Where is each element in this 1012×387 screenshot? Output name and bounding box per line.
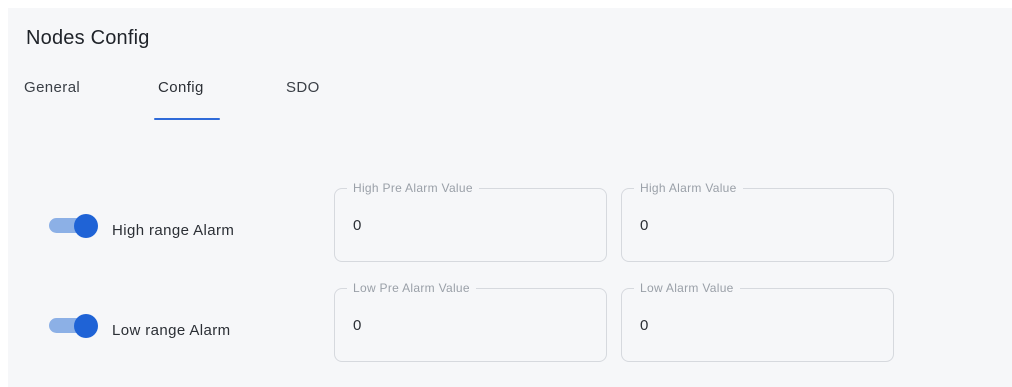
toggle-knob — [74, 314, 98, 338]
low-alarm-value-field[interactable]: Low Alarm Value 0 — [621, 281, 894, 362]
low-alarm-value-label: Low Alarm Value — [634, 281, 740, 295]
high-range-alarm-label: High range Alarm — [112, 222, 235, 239]
low-range-alarm-toggle[interactable] — [49, 314, 101, 338]
high-pre-alarm-value-input[interactable]: 0 — [353, 217, 361, 234]
low-pre-alarm-value-field[interactable]: Low Pre Alarm Value 0 — [334, 281, 607, 362]
low-pre-alarm-value-input[interactable]: 0 — [353, 317, 361, 334]
page-title: Nodes Config — [26, 27, 150, 49]
toggle-knob — [74, 214, 98, 238]
low-alarm-value-input[interactable]: 0 — [640, 317, 648, 334]
low-pre-alarm-value-label: Low Pre Alarm Value — [347, 281, 476, 295]
tab-general[interactable]: General — [24, 74, 80, 124]
low-range-alarm-label: Low range Alarm — [112, 322, 231, 339]
high-alarm-value-input[interactable]: 0 — [640, 217, 648, 234]
low-range-alarm-row: Low range Alarm Low Pre Alarm Value 0 Lo… — [8, 281, 1012, 362]
high-range-alarm-row: High range Alarm High Pre Alarm Value 0 … — [8, 181, 1012, 262]
high-range-alarm-toggle[interactable] — [49, 214, 101, 238]
high-pre-alarm-value-label: High Pre Alarm Value — [347, 181, 479, 195]
active-tab-indicator — [154, 118, 220, 120]
nodes-config-panel: Nodes Config General Config SDO High ran… — [8, 8, 1012, 387]
high-alarm-value-label: High Alarm Value — [634, 181, 743, 195]
tab-bar: General Config SDO — [8, 74, 408, 130]
tab-config[interactable]: Config — [158, 74, 204, 124]
high-pre-alarm-value-field[interactable]: High Pre Alarm Value 0 — [334, 181, 607, 262]
tab-sdo[interactable]: SDO — [286, 74, 320, 124]
high-alarm-value-field[interactable]: High Alarm Value 0 — [621, 181, 894, 262]
